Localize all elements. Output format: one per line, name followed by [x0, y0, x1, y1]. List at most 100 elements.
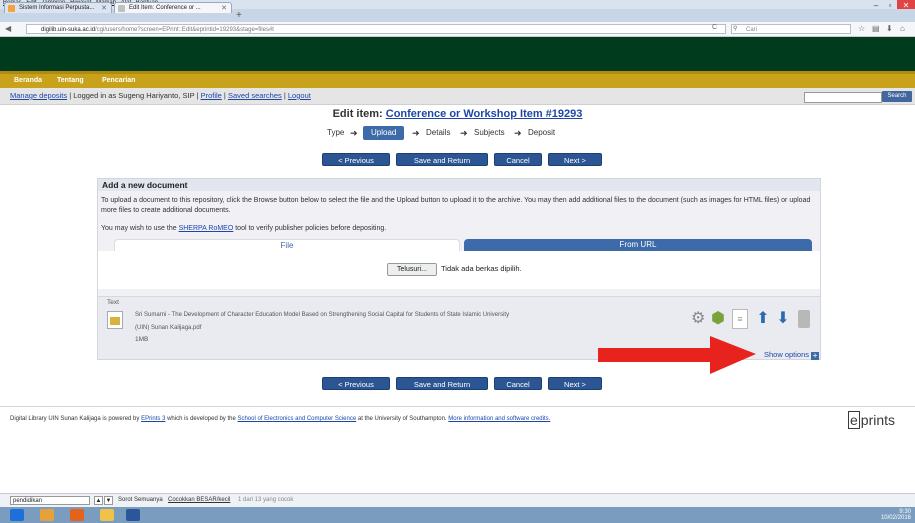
tab-label: Edit Item: Conference or ... — [129, 5, 201, 11]
next-button-top[interactable]: Next > — [548, 153, 602, 166]
red-arrow-annotation — [598, 336, 756, 374]
logged-in-text: Logged in as Sugeng Hariyanto, SIP — [73, 91, 195, 100]
back-icon[interactable]: ◀ — [5, 24, 11, 33]
show-options-link[interactable]: Show options + — [764, 350, 820, 360]
tab-close-icon[interactable]: ✕ — [221, 3, 227, 14]
clock-date: 10/02/2016 — [880, 515, 911, 521]
next-button-bottom[interactable]: Next > — [548, 377, 602, 390]
tab-label: Sistem Informasi Perpusta... — [19, 5, 95, 11]
browser-search-input[interactable]: Cari — [731, 24, 851, 34]
site-search-input[interactable] — [804, 92, 882, 103]
step-arrow-icon: ➜ — [350, 128, 358, 138]
saved-searches-link[interactable]: Saved searches — [228, 91, 282, 100]
nav-tentang[interactable]: Tentang — [57, 74, 84, 88]
delete-icon[interactable] — [798, 310, 810, 328]
save-return-button-bottom[interactable]: Save and Return — [396, 377, 488, 390]
document-edit-icon[interactable]: ≡ — [732, 309, 748, 329]
sherpa-pre: You may wish to use the — [101, 225, 179, 232]
footer-pre: Digital Library UIN Sunan Kalijaga is po… — [10, 416, 142, 422]
step-details[interactable]: Details — [426, 126, 450, 140]
document-file-icon[interactable] — [107, 311, 123, 329]
footer-mid: which is developed by the — [165, 416, 238, 422]
system-tray: 9:30 10/02/2016 — [881, 509, 911, 521]
document-size: 1MB — [135, 336, 149, 343]
profile-link[interactable]: Profile — [201, 91, 222, 100]
more-info-link[interactable]: More information and software credits. — [448, 416, 550, 422]
footer-divider — [0, 406, 915, 407]
match-case-toggle[interactable]: Cocokkan BESAR/kecil — [168, 497, 230, 503]
account-bar: Manage deposits | Logged in as Sugeng Ha… — [0, 88, 915, 105]
footer-text: Digital Library UIN Sunan Kalijaga is po… — [10, 416, 550, 422]
item-title-link[interactable]: Conference or Workshop Item #19293 — [386, 108, 583, 120]
tab-close-icon[interactable]: ✕ — [101, 3, 107, 14]
upload-instructions: To upload a document to this repository,… — [101, 197, 811, 214]
chrome-icon[interactable] — [40, 509, 54, 521]
reload-icon[interactable]: C — [712, 24, 717, 31]
browse-button[interactable]: Telusuri... — [387, 263, 437, 276]
bookmark-star-icon[interactable]: ☆ — [858, 24, 865, 33]
cancel-button-bottom[interactable]: Cancel — [494, 377, 542, 390]
nav-beranda[interactable]: Beranda — [14, 74, 42, 88]
library-icon[interactable]: ▤ — [872, 24, 880, 33]
url-bar[interactable]: digilib.uin-suka.ac.id/cgi/users/home?sc… — [26, 24, 726, 34]
document-title: Sri Sumarni - The Development of Charact… — [135, 312, 510, 318]
home-icon[interactable]: ⌂ — [900, 24, 905, 33]
cancel-button-top[interactable]: Cancel — [494, 153, 542, 166]
document-type: Text — [107, 299, 119, 306]
folder-icon[interactable] — [100, 509, 114, 521]
browser-tab-edit-item[interactable]: Edit Item: Conference or ... ✕ — [114, 2, 232, 13]
firefox-icon[interactable] — [70, 509, 84, 521]
no-file-text: Tidak ada berkas dipilih. — [441, 264, 522, 273]
eprints-link[interactable]: EPrints 3 — [141, 416, 165, 422]
search-icon: ⚲ — [733, 26, 738, 32]
download-icon[interactable]: ⬇ — [886, 24, 893, 33]
panel-heading: Add a new document — [98, 179, 820, 191]
document-filename[interactable]: (UIN) Sunan Kalijaga.pdf — [135, 324, 201, 332]
step-type[interactable]: Type — [327, 126, 344, 140]
highlight-all-toggle[interactable]: Sorot Semuanya — [118, 497, 163, 503]
site-nav-bar — [0, 74, 915, 88]
find-input[interactable]: pendidikan — [10, 496, 90, 505]
move-up-icon[interactable]: ⬆ — [756, 310, 770, 328]
page-title: Edit item: Conference or Workshop Item #… — [0, 108, 915, 120]
logout-link[interactable]: Logout — [288, 91, 311, 100]
manage-deposits-link[interactable]: Manage deposits — [10, 91, 67, 100]
title-prefix: Edit item: — [332, 108, 386, 120]
eprints-logo[interactable]: e prints — [848, 411, 896, 429]
tab-from-url[interactable]: From URL — [464, 239, 812, 251]
step-upload[interactable]: Upload — [363, 126, 405, 140]
gears-icon[interactable]: ⚙ — [691, 310, 705, 328]
step-arrow-icon: ➜ — [412, 128, 420, 138]
url-path: /cgi/users/home?screen=EPrint::Edit&epri… — [95, 27, 274, 33]
step-deposit[interactable]: Deposit — [528, 126, 555, 140]
search-placeholder: Cari — [746, 27, 758, 33]
new-tab-button[interactable]: + — [236, 10, 242, 21]
previous-button-bottom[interactable]: < Previous — [322, 377, 390, 390]
site-header — [0, 37, 915, 71]
word-icon[interactable] — [126, 509, 140, 521]
school-link[interactable]: School of Electronics and Computer Scien… — [237, 416, 356, 422]
site-search-button[interactable]: Search — [882, 91, 912, 102]
logo-rest: prints — [860, 412, 896, 428]
find-result-text: 1 dari 13 yang cocok — [238, 497, 294, 503]
save-return-button-top[interactable]: Save and Return — [396, 153, 488, 166]
plus-icon: + — [811, 351, 820, 360]
step-arrow-icon: ➜ — [514, 128, 522, 138]
logo-e: e — [848, 411, 860, 429]
convert-icon[interactable]: ⬢ — [711, 310, 725, 328]
tab-file[interactable]: File — [114, 239, 460, 251]
show-options-label: Show options — [764, 350, 810, 359]
previous-button-top[interactable]: < Previous — [322, 153, 390, 166]
sherpa-post: tool to verify publisher policies before… — [233, 225, 387, 232]
ie-icon[interactable] — [10, 509, 24, 521]
nav-pencarian[interactable]: Pencarian — [102, 74, 135, 88]
step-arrow-icon: ➜ — [460, 128, 468, 138]
move-down-icon[interactable]: ⬇ — [776, 310, 790, 328]
favicon-icon — [8, 5, 15, 12]
footer-post: at the University of Southampton. — [356, 416, 449, 422]
find-previous-icon[interactable]: ▲ — [94, 496, 103, 505]
find-next-icon[interactable]: ▼ — [104, 496, 113, 505]
step-subjects[interactable]: Subjects — [474, 126, 505, 140]
sherpa-romeo-link[interactable]: SHERPA RoMEO — [179, 225, 234, 232]
browser-tab-sistem[interactable]: Sistem Informasi Perpusta... ✕ — [4, 2, 112, 13]
